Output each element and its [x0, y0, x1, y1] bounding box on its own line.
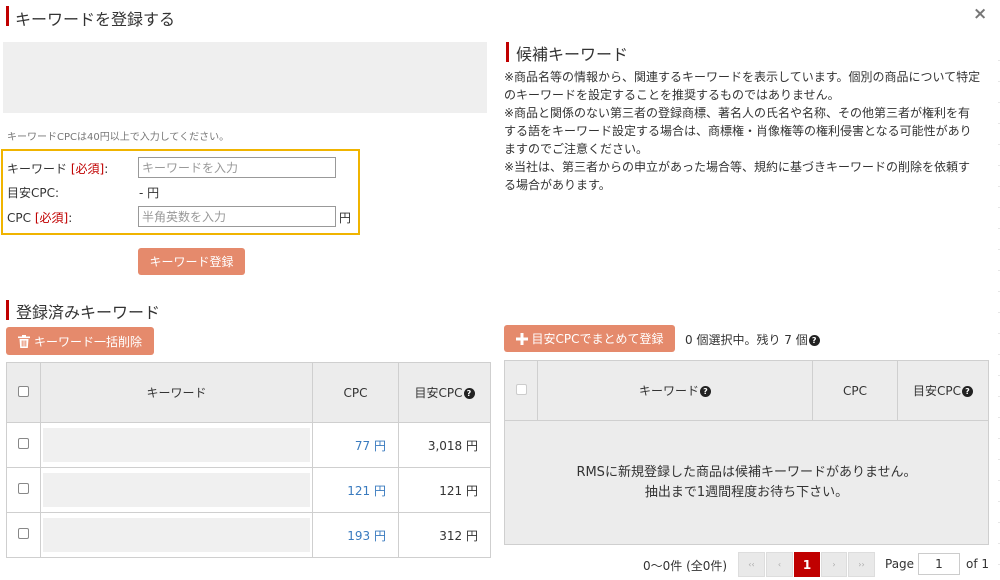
cpc-cell[interactable]: 77 円	[312, 422, 399, 468]
cpc-input[interactable]	[138, 206, 336, 227]
page-total: of 1	[966, 557, 990, 571]
registered-accent-bar	[6, 300, 9, 320]
cpc-label: CPC [必須]:	[7, 209, 72, 226]
keyword-input[interactable]	[138, 157, 336, 178]
empty-row: RMSに新規登録した商品は候補キーワードがありません。 抽出まで1週間程度お待ち…	[504, 420, 989, 545]
registered-keyword-table: キーワード CPC 目安CPC? 77 円 3,018 円 121 円 121 …	[6, 362, 491, 558]
keyword-cell	[40, 512, 313, 558]
cpc-cell[interactable]: 193 円	[312, 512, 399, 558]
table-row: 121 円 121 円	[6, 467, 491, 513]
table-header-row: キーワード? CPC 目安CPC?	[504, 360, 989, 421]
title-accent-bar	[6, 6, 9, 26]
page-label: Page	[885, 557, 915, 571]
candidate-notices: ※商品名等の情報から、関連するキーワードを表示しています。個別の商品について特定…	[504, 68, 982, 194]
candidate-accent-bar	[506, 42, 509, 62]
candidate-keyword-table: キーワード? CPC 目安CPC? RMSに新規登録した商品は候補キーワードがあ…	[504, 360, 989, 545]
col-keyword-header: キーワード	[40, 362, 313, 423]
keyword-redacted	[43, 428, 310, 462]
col-est-header: 目安CPC?	[897, 360, 989, 421]
est-cpc-value: - 円	[139, 186, 160, 200]
plus-icon	[515, 332, 528, 345]
table-header-row: キーワード CPC 目安CPC?	[6, 362, 491, 423]
keyword-label: キーワード [必須]:	[7, 160, 108, 177]
keyword-cell	[40, 467, 313, 513]
cpc-label-text: CPC	[7, 211, 31, 225]
prev-page-button[interactable]: ‹	[766, 552, 793, 577]
select-all-cell	[6, 362, 41, 423]
keyword-label-colon: :	[104, 162, 109, 176]
row-select-cell	[6, 422, 41, 468]
keyword-redacted	[43, 473, 310, 507]
row-checkbox[interactable]	[18, 483, 29, 494]
selection-status: 0 個選択中。残り 7 個?	[685, 331, 820, 348]
page-number-input[interactable]	[918, 553, 960, 575]
row-select-cell	[6, 467, 41, 513]
keyword-label-text: キーワード	[7, 162, 68, 176]
table-row: 77 円 3,018 円	[6, 422, 491, 468]
current-page-button[interactable]: 1	[794, 552, 820, 577]
row-checkbox[interactable]	[18, 528, 29, 539]
cpc-unit: 円	[339, 211, 352, 225]
cpc-hint: キーワードCPCは40円以上で入力してください。	[7, 132, 230, 143]
help-icon[interactable]: ?	[700, 386, 711, 397]
bulk-delete-label: キーワード一括削除	[33, 334, 142, 349]
bulk-register-button[interactable]: 目安CPCでまとめて登録	[504, 325, 675, 352]
notice-1: ※商品名等の情報から、関連するキーワードを表示しています。個別の商品について特定…	[504, 70, 981, 102]
cpc-label-colon: :	[68, 211, 73, 225]
est-cpc-cell: 3,018 円	[398, 422, 491, 468]
last-page-button[interactable]: ››	[848, 552, 875, 577]
col-est-header-text: 目安CPC	[913, 384, 961, 398]
help-icon[interactable]: ?	[808, 335, 820, 346]
keyword-redacted	[43, 518, 310, 552]
col-cpc-header: CPC	[812, 360, 898, 421]
row-checkbox[interactable]	[18, 438, 29, 449]
table-row: 193 円 312 円	[6, 512, 491, 558]
row-select-cell	[6, 512, 41, 558]
candidate-title: 候補キーワード	[516, 45, 629, 64]
register-keyword-button[interactable]: キーワード登録	[138, 248, 245, 275]
notice-2: ※商品と関係のない第三者の登録商標、著名人の氏名や名称、その他第三者が権利を有す…	[504, 106, 972, 156]
col-keyword-header: キーワード?	[537, 360, 813, 421]
select-all-checkbox[interactable]	[515, 383, 527, 395]
dialog-title: キーワードを登録する	[15, 10, 176, 29]
cpc-cell[interactable]: 121 円	[312, 467, 399, 513]
bulk-delete-button[interactable]: キーワード一括削除	[6, 327, 154, 355]
select-all-checkbox[interactable]	[18, 385, 29, 397]
next-page-button[interactable]: ›	[821, 552, 847, 577]
empty-message-line-2: 抽出まで1週間程度お待ち下さい。	[644, 484, 849, 500]
bulk-register-label: 目安CPCでまとめて登録	[531, 332, 664, 346]
close-icon[interactable]: ×	[973, 4, 987, 24]
registered-title: 登録済みキーワード	[16, 303, 161, 322]
est-cpc-cell: 121 円	[398, 467, 491, 513]
col-est-header-text: 目安CPC	[414, 386, 463, 400]
selection-status-text: 0 個選択中。残り 7 個	[685, 333, 808, 347]
pagination-range: 0〜0件 (全0件)	[643, 559, 728, 573]
select-all-cell	[504, 360, 538, 421]
first-page-button[interactable]: ‹‹	[738, 552, 765, 577]
col-est-header: 目安CPC?	[398, 362, 491, 423]
col-cpc-header: CPC	[312, 362, 399, 423]
help-icon[interactable]: ?	[463, 388, 475, 399]
empty-message: RMSに新規登録した商品は候補キーワードがありません。 抽出まで1週間程度お待ち…	[504, 420, 989, 545]
est-cpc-cell: 312 円	[398, 512, 491, 558]
empty-message-line-1: RMSに新規登録した商品は候補キーワードがありません。	[576, 464, 917, 480]
help-icon[interactable]: ?	[962, 386, 973, 397]
keyword-cell	[40, 422, 313, 468]
trash-icon	[17, 334, 30, 348]
keyword-required-mark: [必須]	[70, 162, 105, 176]
product-info-box	[3, 42, 487, 113]
notice-3: ※当社は、第三者からの申立があった場合等、規約に基づきキーワードの削除を依頼する…	[504, 160, 971, 192]
est-cpc-label: 目安CPC:	[7, 186, 60, 200]
cpc-required-mark: [必須]	[34, 211, 69, 225]
col-keyword-header-text: キーワード	[638, 384, 699, 398]
